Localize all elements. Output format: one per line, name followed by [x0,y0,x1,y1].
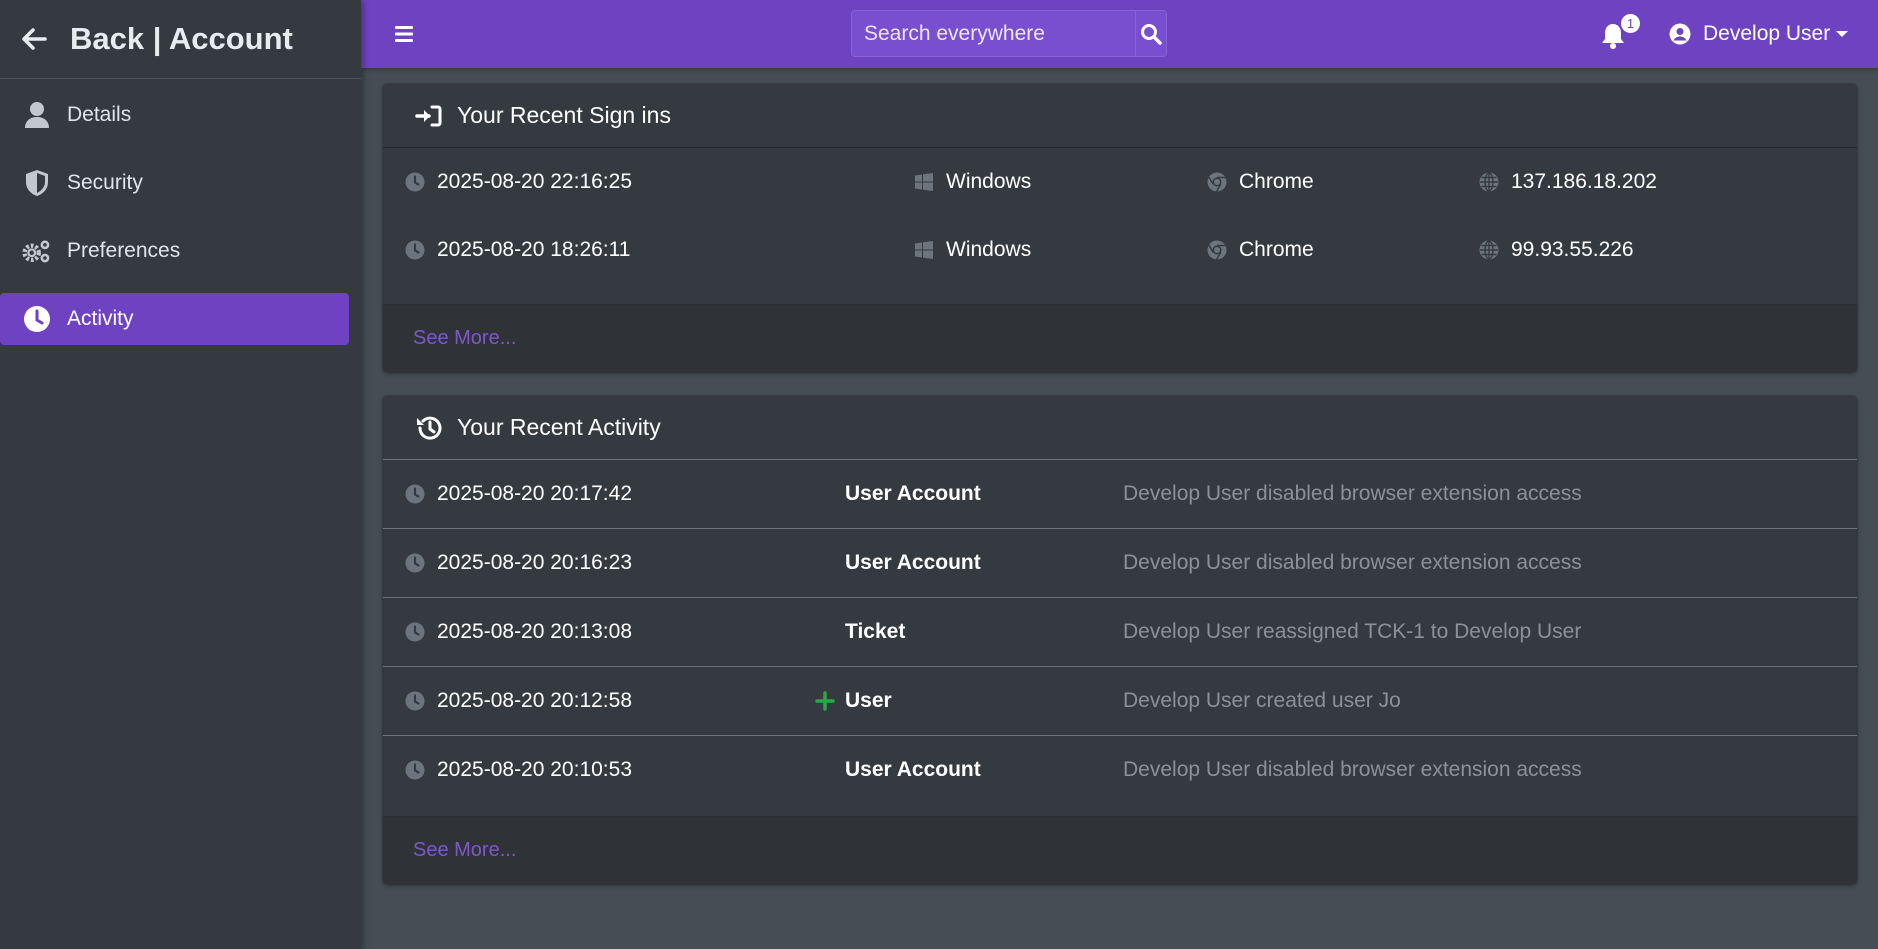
sidebar-item-label: Preferences [67,239,181,262]
user-icon [22,100,52,130]
sidebar: Back | Account Details Security Preferen… [0,0,361,949]
globe-icon [1479,240,1499,260]
sidebar-item-label: Security [67,171,143,194]
activity-list: 2025-08-20 20:17:42 User Account Develop… [383,460,1857,816]
plus-icon [815,691,835,711]
activity-row: 2025-08-20 20:13:08 Ticket Develop User … [383,598,1857,667]
see-more-activity-link[interactable]: See More... [413,839,516,862]
activity-category: User Account [845,551,981,574]
activity-time: 2025-08-20 20:10:53 [405,758,632,782]
card-footer: See More... [383,304,1857,372]
recent-activity-card: Your Recent Activity 2025-08-20 20:17:42… [383,396,1857,884]
recent-signins-card: Your Recent Sign ins 2025-08-20 22:16:25… [383,84,1857,372]
activity-time: 2025-08-20 20:17:42 [405,482,632,506]
clock-icon [405,172,425,192]
activity-description: Develop User reassigned TCK-1 to Develop… [1123,620,1582,643]
clock-icon [405,691,425,711]
card-footer: See More... [383,816,1857,884]
card-header: Your Recent Activity [383,396,1857,460]
clock-icon [405,760,425,780]
user-name: Develop User [1703,22,1831,45]
clock-icon [405,553,425,573]
sidebar-item-preferences[interactable]: Preferences [0,225,349,277]
signin-row: 2025-08-20 18:26:11 Windows Chrome 99.93… [383,216,1857,284]
signin-browser: Chrome [1207,238,1314,262]
search-bar [851,10,1167,57]
main-content: Your Recent Sign ins 2025-08-20 22:16:25… [383,84,1857,908]
chrome-icon [1207,240,1227,260]
card-title: Your Recent Sign ins [457,102,671,128]
signin-time: 2025-08-20 18:26:11 [405,238,630,262]
arrow-left-icon [20,24,50,54]
sidebar-item-security[interactable]: Security [0,157,349,209]
signin-os: Windows [914,170,1031,194]
signin-ip: 137.186.18.202 [1479,170,1657,194]
signin-ip: 99.93.55.226 [1479,238,1634,262]
menu-toggle-icon[interactable] [393,22,417,46]
activity-time: 2025-08-20 20:13:08 [405,620,632,644]
search-button[interactable] [1135,11,1166,56]
activity-row: 2025-08-20 20:12:58 User Develop User cr… [383,667,1857,736]
caret-down-icon [1836,31,1849,37]
sidebar-item-activity[interactable]: Activity [0,293,349,345]
signin-browser: Chrome [1207,170,1314,194]
gears-icon [22,236,52,266]
chrome-icon [1207,172,1227,192]
sidebar-item-details[interactable]: Details [0,89,349,141]
activity-description: Develop User created user Jo [1123,689,1401,712]
sidebar-nav: Details Security Preferences Activity [0,79,361,345]
back-to-account-link[interactable]: Back | Account [0,0,361,79]
see-more-signins-link[interactable]: See More... [413,327,516,350]
search-icon [1141,23,1162,45]
windows-icon [914,172,934,192]
activity-category: User [845,689,892,712]
activity-description: Develop User disabled browser extension … [1123,551,1582,574]
clock-icon [22,304,52,334]
clock-icon [405,240,425,260]
card-title: Your Recent Activity [457,414,661,440]
clock-icon [405,622,425,642]
card-header: Your Recent Sign ins [383,84,1857,148]
topbar: 1 Develop User [361,0,1878,68]
signins-list: 2025-08-20 22:16:25 Windows Chrome 137.1… [383,148,1857,304]
notifications-button[interactable]: 1 [1601,14,1640,50]
activity-category: User Account [845,758,981,781]
activity-time: 2025-08-20 20:12:58 [405,689,632,713]
activity-category: Ticket [845,620,906,643]
user-menu-dropdown[interactable]: Develop User [1669,18,1849,50]
activity-description: Develop User disabled browser extension … [1123,482,1582,505]
sidebar-item-label: Details [67,103,132,126]
globe-icon [1479,172,1499,192]
activity-row: 2025-08-20 20:17:42 User Account Develop… [383,460,1857,529]
user-circle-icon [1669,22,1693,46]
sign-in-icon [415,102,443,130]
notification-count-badge: 1 [1621,14,1640,33]
brand-title: Back | Account [70,21,293,56]
signin-time: 2025-08-20 22:16:25 [405,170,632,194]
history-icon [415,414,443,442]
activity-time: 2025-08-20 20:16:23 [405,551,632,575]
signin-os: Windows [914,238,1031,262]
activity-description: Develop User disabled browser extension … [1123,758,1582,781]
windows-icon [914,240,934,260]
activity-row: 2025-08-20 20:16:23 User Account Develop… [383,529,1857,598]
clock-icon [405,484,425,504]
search-input[interactable] [852,11,1135,56]
shield-icon [22,168,52,198]
sidebar-item-label: Activity [67,307,134,330]
activity-row: 2025-08-20 20:10:53 User Account Develop… [383,736,1857,805]
activity-category: User Account [845,482,981,505]
signin-row: 2025-08-20 22:16:25 Windows Chrome 137.1… [383,148,1857,216]
